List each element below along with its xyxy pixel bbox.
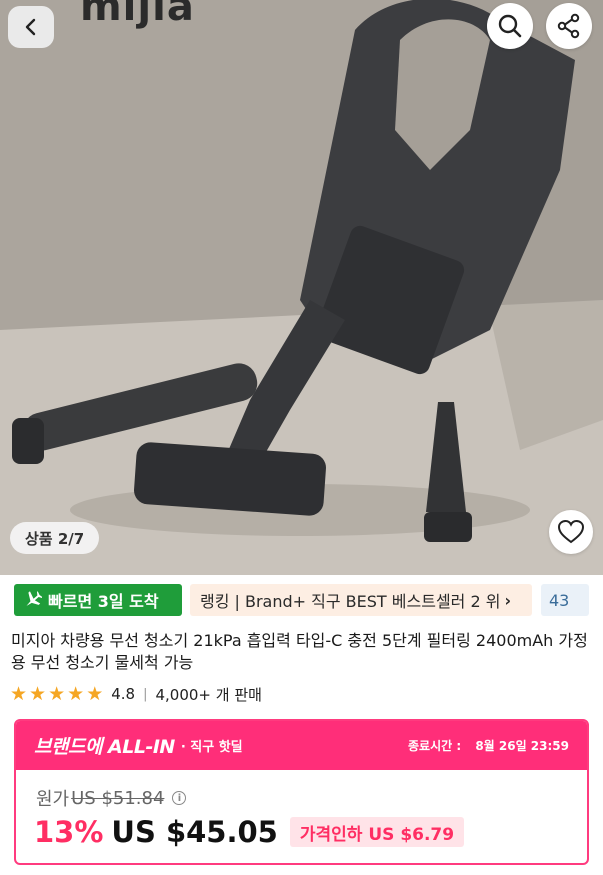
extra-badge-label: 43 bbox=[549, 590, 570, 610]
search-icon bbox=[498, 14, 522, 38]
star-icon: ★ bbox=[10, 683, 28, 705]
extra-badge[interactable]: 43 bbox=[541, 584, 589, 616]
back-icon bbox=[25, 18, 36, 36]
discount-percent: 13% bbox=[34, 815, 104, 849]
fast-delivery-label: 빠르면 3일 도착 bbox=[48, 592, 159, 611]
rating-row[interactable]: ★ ★ ★ ★ ★ 4.8 | 4,000+ 개 판매 bbox=[10, 683, 262, 705]
price-row: 13% US $45.05 가격인하 US $6.79 bbox=[34, 815, 465, 849]
airplane-icon bbox=[26, 591, 42, 606]
brand-logo: mijia bbox=[80, 0, 195, 30]
deal-end-time: 종료시간 : 8월 26일 23:59 bbox=[408, 737, 569, 754]
sold-count: 4,000+ 개 판매 bbox=[155, 685, 262, 704]
ranking-label: 랭킹 | Brand+ 직구 BEST 베스트셀러 2 위 bbox=[200, 592, 501, 611]
heart-icon bbox=[558, 520, 584, 544]
original-price-row: 원가 US $51.84 i bbox=[36, 785, 187, 811]
wishlist-button[interactable] bbox=[549, 510, 593, 554]
info-icon[interactable]: i bbox=[172, 791, 187, 805]
sale-price: US $45.05 bbox=[111, 815, 278, 849]
star-icon: ★ bbox=[48, 683, 66, 705]
divider: | bbox=[143, 686, 148, 702]
deal-box: 브랜드에 ALL-IN · 직구 핫딜 종료시간 : 8월 26일 23:59 … bbox=[14, 719, 589, 865]
star-icon: ★ bbox=[67, 683, 85, 705]
original-price: US $51.84 bbox=[71, 787, 165, 809]
rating-value: 4.8 bbox=[111, 685, 136, 703]
ranking-badge[interactable]: 랭킹 | Brand+ 직구 BEST 베스트셀러 2 위 › bbox=[190, 584, 532, 616]
product-image-carousel[interactable]: mijia 상품 2/7 bbox=[0, 0, 603, 575]
fast-delivery-badge[interactable]: 빠르면 3일 도착 bbox=[14, 584, 182, 616]
rating-stars: ★ ★ ★ ★ ★ bbox=[10, 684, 103, 704]
product-title: 미지아 차량용 무선 청소기 21kPa 흡입력 타입-C 충전 5단계 필터링… bbox=[11, 631, 588, 672]
deal-header[interactable]: 브랜드에 ALL-IN · 직구 핫딜 종료시간 : 8월 26일 23:59 bbox=[16, 721, 587, 770]
search-button[interactable] bbox=[487, 3, 533, 49]
badge-row: 빠르면 3일 도착 랭킹 | Brand+ 직구 BEST 베스트셀러 2 위 … bbox=[0, 583, 603, 619]
price-drop-badge: 가격인하 US $6.79 bbox=[289, 817, 465, 847]
product-image bbox=[0, 0, 603, 575]
deal-brand-label: 브랜드에 ALL-IN bbox=[34, 736, 175, 758]
deal-end-value: 8월 26일 23:59 bbox=[475, 739, 569, 753]
star-icon: ★ bbox=[86, 683, 104, 705]
back-button[interactable] bbox=[8, 6, 54, 48]
deal-sub-label: · 직구 핫딜 bbox=[180, 740, 243, 755]
image-counter: 상품 2/7 bbox=[10, 522, 100, 554]
deal-end-label: 종료시간 : bbox=[407, 739, 462, 753]
share-icon bbox=[557, 13, 580, 39]
star-icon: ★ bbox=[29, 683, 47, 705]
chevron-right-icon: › bbox=[504, 590, 512, 610]
original-price-label: 원가 bbox=[36, 789, 70, 810]
share-button[interactable] bbox=[546, 3, 592, 49]
